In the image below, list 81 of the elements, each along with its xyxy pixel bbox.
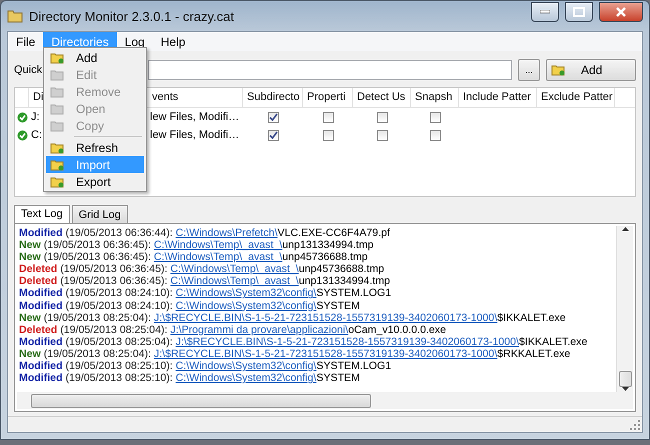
folder-icon <box>50 102 64 114</box>
folder-icon <box>50 68 64 80</box>
minimize-button[interactable] <box>531 2 559 22</box>
path-link[interactable]: C:\Windows\System32\config\ <box>176 360 316 372</box>
log-entry: New (19/05/2013 06:36:45): C:\Windows\Temp\_avast_\unp131334994.tmp <box>19 239 375 252</box>
checkbox[interactable] <box>322 112 334 122</box>
folder-icon <box>50 86 64 98</box>
menu-item[interactable]: File <box>8 32 44 51</box>
column-header[interactable]: Subdirecto <box>243 88 303 107</box>
column-header[interactable]: Detect Us <box>353 88 411 107</box>
log-entry: Modified (19/05/2013 08:24:10): C:\Windows\System32\config\SYSTEM.LOG1 <box>19 287 392 300</box>
checkbox[interactable] <box>322 130 334 140</box>
menu-item[interactable]: Add <box>46 49 144 66</box>
log-entry: Modified (19/05/2013 08:25:04): J:\$RECYCLE.BIN\S-1-5-21-723151528-1557319139-3402060173-1000\$IKKALET.exe <box>19 336 588 348</box>
path-link[interactable]: C:\Windows\Temp\_avast_\ <box>170 275 299 288</box>
horizontal-scrollbar[interactable] <box>17 392 633 409</box>
path-link[interactable]: J:\$RECYCLE.BIN\S-1-5-21-723151528-1557319139-3402060173-1000\ <box>154 348 498 360</box>
resize-grip-icon[interactable] <box>630 420 640 430</box>
folder-add-icon <box>551 64 565 76</box>
path-link[interactable]: C:\Windows\System32\config\ <box>176 372 316 384</box>
checkbox[interactable] <box>268 130 278 140</box>
folder-icon <box>50 176 64 188</box>
column-header[interactable]: Exclude Patter <box>537 88 615 107</box>
table-cell-text: lew Files, Modifi… <box>149 129 240 141</box>
log-entry: New (19/05/2013 08:25:04): J:\$RECYCLE.BIN\S-1-5-21-723151528-1557319139-3402060173-1000\$RKKALET.exe <box>19 348 572 360</box>
window-title: Directory Monitor 2.3.0.1 - crazy.cat <box>29 8 235 24</box>
close-button[interactable] <box>599 2 643 22</box>
menu-item[interactable]: Export <box>46 173 144 190</box>
menu-item[interactable]: Help <box>152 32 194 51</box>
path-link[interactable]: C:\Windows\Temp\_avast_\ <box>170 263 299 276</box>
quick-label: Quick <box>14 64 42 76</box>
path-link[interactable]: J:\$RECYCLE.BIN\S-1-5-21-723151528-1557319139-3402060173-1000\ <box>154 312 498 324</box>
tab[interactable]: Text Log <box>14 205 70 224</box>
checkbox[interactable] <box>376 130 388 140</box>
maximize-icon <box>573 7 585 17</box>
checkbox[interactable] <box>268 112 278 122</box>
add-button[interactable]: Add <box>546 59 636 81</box>
log-entry: New (19/05/2013 06:36:45): C:\Windows\Temp\_avast_\unp45736688.tmp <box>19 251 369 264</box>
folder-icon <box>50 52 64 64</box>
column-header[interactable]: Include Patter <box>459 88 537 107</box>
close-icon <box>615 7 627 17</box>
checkbox[interactable] <box>430 130 440 140</box>
tab[interactable]: Grid Log <box>72 205 128 224</box>
table-cell-text: J: <box>30 111 41 123</box>
path-link[interactable]: C:\Windows\System32\config\ <box>176 300 316 312</box>
browse-button[interactable]: ... <box>518 59 540 81</box>
log-entry: Modified (19/05/2013 08:25:10): C:\Windows\System32\config\SYSTEM.LOG1 <box>19 360 392 372</box>
log-entry: Modified (19/05/2013 08:25:10): C:\Windows\System32\config\SYSTEM <box>19 372 361 384</box>
minimize-icon <box>540 10 550 14</box>
log-entry: New (19/05/2013 08:25:04): J:\$RECYCLE.BIN\S-1-5-21-723151528-1557319139-3402060173-1000\$IKKALET.exe <box>19 312 567 324</box>
path-link[interactable]: C:\Windows\Prefetch\ <box>176 227 278 239</box>
folder-icon <box>7 9 23 23</box>
log-entry: Deleted (19/05/2013 06:36:45): C:\Windows\Temp\_avast_\unp45736688.tmp <box>19 263 386 276</box>
check-circle-icon <box>16 130 28 140</box>
log-entry: Modified (19/05/2013 06:36:44): C:\Windows\Prefetch\VLC.EXE-CC6F4A79.pf <box>19 227 391 240</box>
folder-icon <box>50 142 64 154</box>
table-cell-text: C: <box>30 129 43 141</box>
checkbox[interactable] <box>376 112 388 122</box>
menu-item[interactable]: Refresh <box>46 139 144 156</box>
path-link[interactable]: J:\Programmi da provare\applicazioni\ <box>170 324 348 336</box>
log-entry: Deleted (19/05/2013 08:25:04): J:\Programmi da provare\applicazioni\oCam_v10.0.0.0.exe <box>19 324 447 336</box>
path-link[interactable]: C:\Windows\Temp\_avast_\ <box>154 251 282 264</box>
path-link[interactable]: J:\$RECYCLE.BIN\S-1-5-21-723151528-1557319139-3402060173-1000\ <box>176 336 520 348</box>
scrollbar-thumb[interactable] <box>618 371 632 387</box>
log-entry: Modified (19/05/2013 08:24:10): C:\Windows\System32\config\SYSTEM <box>19 300 361 312</box>
path-link[interactable]: C:\Windows\System32\config\ <box>176 287 316 300</box>
path-link[interactable]: C:\Windows\Temp\_avast_\ <box>154 239 282 252</box>
table-cell-text: lew Files, Modifi… <box>149 111 240 123</box>
folder-icon <box>50 158 64 170</box>
log-entry: Deleted (19/05/2013 06:36:45): C:\Windows\Temp\_avast_\unp131334994.tmp <box>19 275 392 288</box>
quick-path-field[interactable] <box>148 60 512 80</box>
checkbox[interactable] <box>430 112 440 122</box>
folder-icon <box>50 120 64 132</box>
column-header[interactable]: Snapsh <box>411 88 459 107</box>
maximize-button[interactable] <box>565 2 593 22</box>
scroll-up-icon[interactable] <box>622 226 628 231</box>
check-circle-icon <box>16 112 28 122</box>
column-header[interactable]: vents <box>148 88 243 107</box>
scrollbar-thumb[interactable] <box>31 394 371 408</box>
vertical-scrollbar[interactable] <box>616 226 633 392</box>
column-header[interactable]: Properti <box>303 88 353 107</box>
